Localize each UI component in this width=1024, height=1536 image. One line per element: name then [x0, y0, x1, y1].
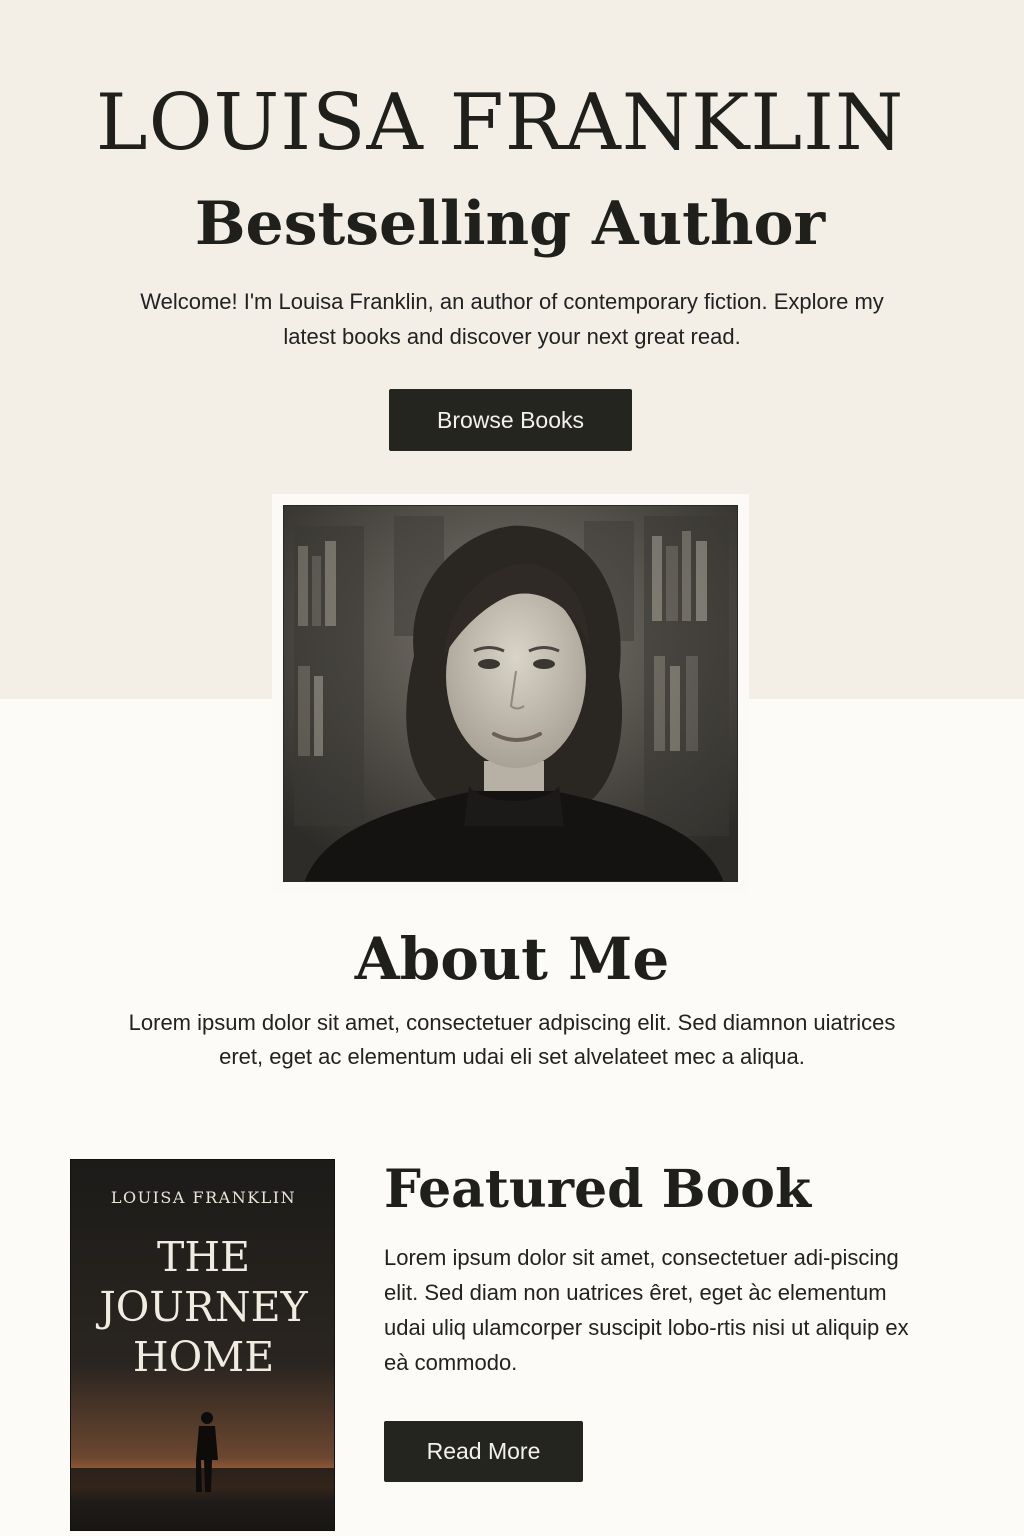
cover-author: LOUISA FRANKLIN — [110, 1188, 297, 1207]
browse-books-label: Browse Books — [436, 406, 584, 433]
cover-title: THE JOURNEY HOME — [71, 1232, 334, 1382]
about-text: Lorem ipsum dolor sit amet, consectetuer… — [128, 1010, 896, 1069]
book-cover[interactable]: LOUISA FRANKLIN THE JOURNEY HOME — [70, 1159, 335, 1531]
cover-title-line: JOURNEY — [99, 1283, 308, 1331]
cover-title-line: THE — [156, 1233, 251, 1281]
featured-book-text: Lorem ipsum dolor sit amet, consectetuer… — [384, 1245, 909, 1375]
author-subtitle: Bestselling Author — [194, 189, 826, 259]
read-more-label: Read More — [426, 1438, 541, 1464]
author-name: LOUISA FRANKLIN — [95, 78, 905, 168]
read-more-button[interactable]: Read More — [384, 1421, 583, 1482]
about-title: About Me — [354, 925, 670, 993]
author-photo — [283, 505, 738, 882]
cover-title-line: HOME — [132, 1333, 275, 1381]
featured-book-title: Featured Book — [384, 1159, 811, 1220]
intro-text: Welcome! I'm Louisa Franklin, an author … — [140, 289, 884, 349]
author-website: LOUISA FRANKLIN Bestselling Author Welco… — [0, 0, 1024, 1536]
browse-books-button[interactable]: Browse Books — [389, 389, 632, 451]
author-portrait-illustration — [284, 506, 737, 881]
author-photo-frame — [272, 494, 749, 893]
